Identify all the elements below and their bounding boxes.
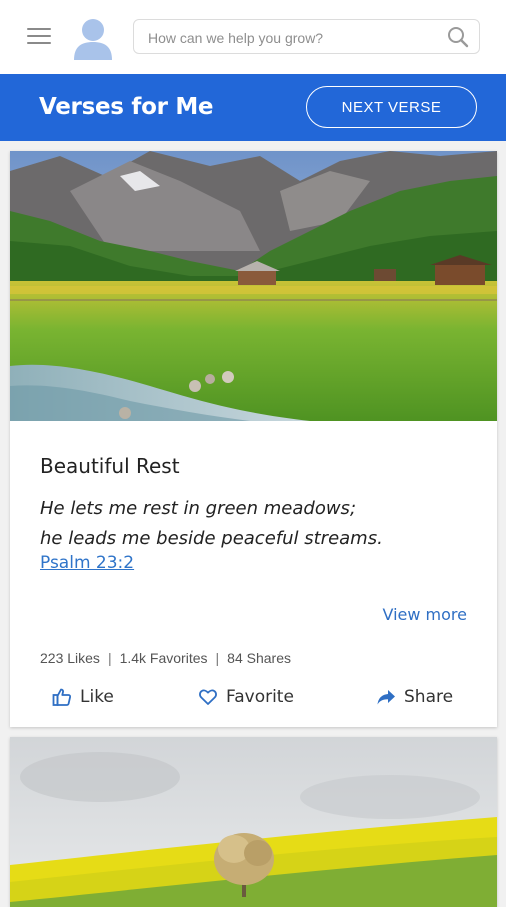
verse-card: Beautiful Rest He lets me rest in green … (10, 151, 497, 727)
verse-title: Beautiful Rest (40, 454, 180, 478)
hamburger-menu-icon[interactable] (27, 28, 51, 46)
stats-separator: | (215, 650, 220, 666)
share-button[interactable]: Share (376, 681, 453, 713)
verse-reference-link[interactable]: Psalm 23:2 (40, 553, 134, 573)
search-bar (133, 19, 480, 55)
share-arrow-icon (377, 690, 395, 705)
next-verse-button[interactable]: NEXT VERSE (306, 86, 477, 128)
like-label: Like (80, 687, 114, 707)
view-more-link[interactable]: View more (383, 605, 468, 624)
verse-text: He lets me rest in green meadows; he lea… (40, 494, 480, 554)
verse-line: he leads me beside peaceful streams. (40, 528, 383, 549)
user-avatar-icon[interactable] (72, 16, 114, 62)
verse-image-next (10, 737, 497, 907)
favorites-count: 1.4k Favorites (119, 650, 208, 666)
likes-count: 223 Likes (40, 650, 100, 666)
verse-image (10, 151, 497, 421)
thumbs-up-icon (52, 688, 72, 706)
search-icon[interactable] (447, 26, 469, 48)
share-label: Share (404, 687, 454, 707)
stats-separator: | (107, 650, 112, 666)
section-banner: Verses for Me NEXT VERSE (0, 74, 506, 141)
top-bar (0, 0, 506, 74)
verse-stats: 223 Likes | 1.4k Favorites | 84 Shares (40, 650, 291, 666)
heart-icon (199, 689, 217, 705)
verse-card-next[interactable] (10, 737, 497, 907)
favorite-button[interactable]: Favorite (198, 681, 294, 713)
favorite-label: Favorite (226, 687, 294, 707)
page-title: Verses for Me (39, 94, 214, 120)
like-button[interactable]: Like (52, 681, 114, 713)
shares-count: 84 Shares (227, 650, 291, 666)
verse-line: He lets me rest in green meadows; (40, 498, 357, 519)
verse-actions: Like Favorite Share (10, 681, 497, 713)
search-input[interactable] (146, 20, 440, 55)
